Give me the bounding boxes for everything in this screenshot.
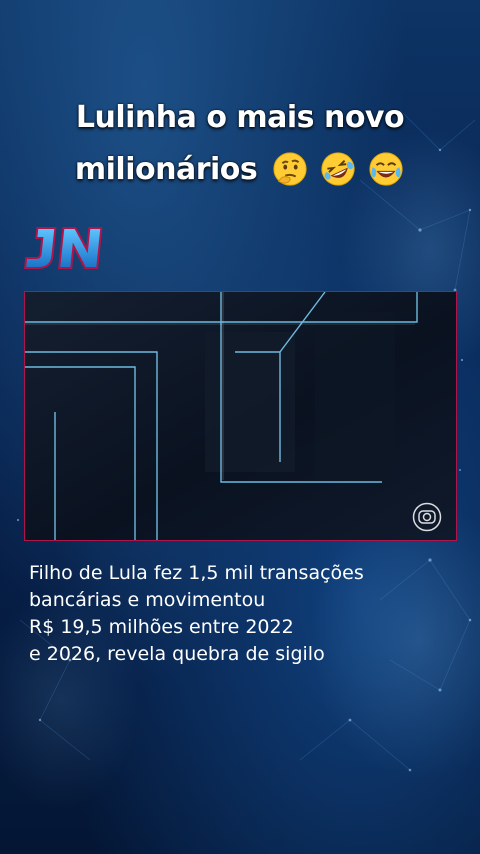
news-headline: Filho de Lula fez 1,5 mil transações ban… xyxy=(29,560,449,668)
caption-line-2: milionários xyxy=(0,146,480,195)
headline-line-3: R$ 19,5 milhões entre 2022 xyxy=(29,616,294,638)
tiktok-video-screen[interactable]: Lulinha o mais novo milionários Filho de… xyxy=(0,0,480,854)
headline-line-2: bancárias e movimentou xyxy=(29,589,266,611)
tears-of-joy-emoji-icon xyxy=(369,151,403,186)
caption-text-2: milionários xyxy=(74,152,258,187)
headline-line-1: Filho de Lula fez 1,5 mil transações xyxy=(29,562,364,584)
thinking-face-emoji-icon xyxy=(273,151,307,186)
video-still-graphic xyxy=(25,292,456,540)
caption-line-1: Lulinha o mais novo xyxy=(0,94,480,142)
caption-text-1: Lulinha o mais novo xyxy=(75,100,405,135)
globo-tv-icon xyxy=(412,502,442,532)
headline-line-4: e 2026, revela quebra de sigilo xyxy=(29,643,325,665)
caption-emojis xyxy=(271,147,405,195)
jn-logo xyxy=(24,227,103,269)
news-video-frame[interactable] xyxy=(24,291,457,541)
rolling-laughing-emoji-icon xyxy=(321,151,355,186)
